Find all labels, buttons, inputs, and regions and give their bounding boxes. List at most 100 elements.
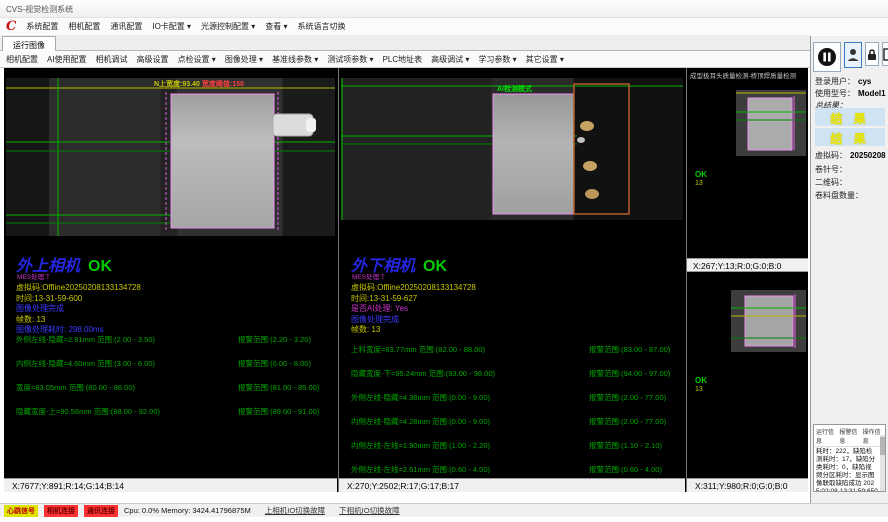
toolbar-item[interactable]: 学习参数 ▾ bbox=[478, 54, 516, 65]
menu-item[interactable]: 光源控制配置 ▾ bbox=[201, 21, 255, 32]
field-model: 使用型号：Model1 bbox=[815, 88, 886, 99]
mes-status: MES处理:T bbox=[17, 271, 50, 281]
measurement-value: 上料宽度=83.77mm 范围:(82.00 - 88.00) bbox=[351, 344, 589, 355]
info-frame-count: 帧数: 13 bbox=[351, 325, 476, 336]
lock-button[interactable] bbox=[865, 42, 879, 66]
measurement-row: 内侧左线-隐藏=4.60mm 范围:(3.00 - 6.00) 报警范围:(0.… bbox=[16, 358, 319, 369]
cpu-memory-text: Cpu: 0.0% Memory: 3424.41796875M bbox=[124, 506, 251, 515]
toolbar-item[interactable]: 点检设置 ▾ bbox=[178, 54, 216, 65]
alarm-range: 报警范围:(94.00 - 97.00) bbox=[589, 368, 670, 379]
bottom-status-bar: 心跳信号 相机连接 通讯连接 Cpu: 0.0% Memory: 3424.41… bbox=[0, 503, 888, 517]
user-button[interactable] bbox=[844, 42, 862, 68]
menu-bar: C 系统配置相机配置通讯配置 IO卡配置 ▾ 光源控制配置 ▾ 查看 ▾ 系统语言切换 bbox=[0, 18, 888, 35]
tab-run-image[interactable]: 运行图像 bbox=[2, 36, 56, 51]
result-box-lower: 结 果 bbox=[815, 128, 885, 146]
camera-connection-badge: 相机连接 bbox=[44, 505, 78, 517]
toolbar-item[interactable]: PLC地址表 bbox=[383, 54, 423, 65]
toolbar-item[interactable]: 图像处理 ▾ bbox=[225, 54, 263, 65]
field-qr-code: 二维码： bbox=[815, 177, 847, 188]
small-view-top-image[interactable] bbox=[736, 90, 806, 156]
views-caption: 成型极耳头质量检测-桥顶焊质量检测 bbox=[690, 70, 796, 80]
measurement-list-lower: 上料宽度=83.77mm 范围:(82.00 - 88.00) 报警范围:(83… bbox=[351, 344, 670, 488]
menu-item[interactable]: 系统配置 bbox=[26, 21, 58, 32]
alarm-range: 报警范围:(0.00 - 8.00) bbox=[238, 358, 311, 369]
small-view-bottom-image[interactable] bbox=[731, 290, 806, 352]
alarm-range: 报警范围:(2.20 - 3.20) bbox=[238, 334, 311, 345]
toolbar-item[interactable]: AI使用配置 bbox=[47, 54, 87, 65]
toolbar-item[interactable]: 相机配置 bbox=[6, 54, 38, 65]
log-tabs: 运行信息报警信息操作信息 bbox=[814, 425, 885, 447]
measurement-row: 外侧左线-左线=2.61mm 范围:(0.60 - 4.00) 报警范围:(0.… bbox=[351, 464, 670, 475]
sidebar-button-row bbox=[813, 42, 888, 72]
alarm-range: 报警范围:(83.00 - 87.00) bbox=[589, 344, 670, 355]
menu-item[interactable]: 系统语言切换 bbox=[298, 21, 346, 32]
field-needle-number: 卷针号： bbox=[815, 164, 847, 175]
app-window: CVS-视觉检测系统 C 系统配置相机配置通讯配置IO卡配置 ▾光源控制配置 ▾… bbox=[0, 0, 888, 522]
app-logo-icon: C bbox=[6, 21, 16, 32]
info-block-lower: 虚拟码:Offline20250208133134728 时间:13-31-59… bbox=[351, 283, 476, 336]
login-user-label: 登录用户： bbox=[815, 77, 855, 86]
image-overlay-text: N上宽度:93.40 宽度阈值:150 bbox=[154, 79, 244, 89]
overlay-width-threshold: 宽度阈值:150 bbox=[202, 81, 244, 88]
toolbar-item[interactable]: 测试项参数 ▾ bbox=[327, 54, 373, 65]
log-panel: 运行信息报警信息操作信息 耗时：222，缺陷检测耗时：17，缺陷分类耗时：0，缺… bbox=[813, 424, 886, 492]
image-overlay-graphics bbox=[341, 78, 683, 220]
menu-item[interactable]: 查看 ▾ bbox=[265, 21, 287, 32]
lower-camera-fault-link[interactable]: 下相机IO切换故障 bbox=[339, 505, 399, 516]
toolbar-item[interactable]: 相机调试 bbox=[96, 54, 128, 65]
alarm-range: 报警范围:(81.00 - 85.00) bbox=[238, 382, 319, 393]
menu-item[interactable]: 通讯配置 bbox=[110, 21, 142, 32]
small-top-ok: OK bbox=[695, 170, 707, 179]
alarm-range: 报警范围:(89.00 - 91.00) bbox=[238, 406, 319, 417]
panel-camera-upper: N上宽度:93.40 宽度阈值:150 外上相机OK MES处理:T 虚拟码:O… bbox=[4, 68, 337, 492]
alarm-range: 报警范围:(1.10 - 2.10) bbox=[589, 440, 662, 451]
info-process-done: 图像处理完成 bbox=[351, 315, 476, 326]
alarm-range: 报警范围:(0.60 - 4.00) bbox=[589, 464, 662, 475]
log-tab[interactable]: 运行信息 bbox=[816, 427, 836, 445]
info-virtual-code: 虚拟码:Offline20250208133134728 bbox=[351, 283, 476, 294]
toolbar-item[interactable]: 基准线参数 ▾ bbox=[272, 54, 318, 65]
toolbar-item[interactable]: 高级调试 ▾ bbox=[431, 54, 469, 65]
tab-strip: 运行图像 bbox=[0, 35, 810, 51]
model-label: 使用型号： bbox=[815, 89, 855, 98]
measurement-value: 内侧左线-左线=1.90mm 范围:(1.00 - 2.20) bbox=[351, 440, 589, 451]
measurement-row: 隐藏宽度-上=90.56mm 范围:(88.00 - 92.00) 报警范围:(… bbox=[16, 406, 319, 417]
ai-mode-overlay: AI检测模式 bbox=[497, 84, 532, 94]
camera-image-lower[interactable]: AI检测模式 bbox=[341, 78, 683, 220]
info-time: 时间:13-31-59-627 bbox=[351, 294, 476, 305]
needle-number-label: 卷针号： bbox=[815, 165, 847, 174]
field-login-user: 登录用户：cys bbox=[815, 76, 871, 87]
measurement-value: 外侧左线-隐藏=2.91mm 范围:(2.00 - 3.50) bbox=[16, 334, 238, 345]
comm-connection-badge: 通讯连接 bbox=[84, 505, 118, 517]
info-time: 时间:13-31-59-600 bbox=[16, 294, 141, 305]
log-text: 耗时：222，缺陷检测耗时：17，缺陷分类耗时：0，缺陷视频分区耗时：显示图像联… bbox=[814, 447, 885, 492]
exit-icon bbox=[883, 48, 888, 61]
scrollbar-thumb[interactable] bbox=[880, 437, 885, 455]
measurement-value: 内侧左线-隐藏=4.28mm 范围:(0.00 - 9.00) bbox=[351, 416, 589, 427]
thumb-overlay-graphics bbox=[731, 290, 806, 352]
window-title: CVS-视觉检测系统 bbox=[6, 5, 73, 14]
exit-button[interactable] bbox=[882, 42, 888, 66]
title-bar: CVS-视觉检测系统 bbox=[0, 0, 888, 18]
toolbar: 相机配置 AI使用配置相机调试高级设置点检设置 ▾ 图像处理 ▾ 基准线参数 ▾ 测试项… bbox=[0, 51, 810, 68]
menu-item[interactable]: IO卡配置 ▾ bbox=[152, 21, 191, 32]
measurement-row: 内侧左线-隐藏=4.28mm 范围:(0.00 - 9.00) 报警范围:(2.… bbox=[351, 416, 670, 427]
info-virtual-code: 虚拟码:Offline20250208133134728 bbox=[16, 283, 141, 294]
camera-image-upper[interactable]: N上宽度:93.40 宽度阈值:150 bbox=[6, 78, 335, 236]
virtual-code-label: 虚拟码： bbox=[815, 151, 847, 160]
model-value: Model1 bbox=[858, 89, 886, 98]
user-icon bbox=[847, 48, 859, 62]
toolbar-item[interactable]: 其它设置 ▾ bbox=[526, 54, 564, 65]
upper-camera-fault-link[interactable]: 上相机IO切换故障 bbox=[265, 505, 325, 516]
pause-button[interactable] bbox=[813, 42, 841, 72]
alarm-range: 报警范围:(2.00 - 77.00) bbox=[589, 416, 666, 427]
measurement-value: 外侧左线-左线=2.61mm 范围:(0.60 - 4.00) bbox=[351, 464, 589, 475]
info-ai-used: 是否AI处理: Yes bbox=[351, 304, 476, 315]
alarm-range: 报警范围:(2.00 - 77.00) bbox=[589, 392, 666, 403]
measurement-row: 宽度=83.05mm 范围:(80.00 - 86.00) 报警范围:(81.0… bbox=[16, 382, 319, 393]
toolbar-item[interactable]: 高级设置 bbox=[137, 54, 169, 65]
log-tab[interactable]: 报警信息 bbox=[839, 427, 859, 445]
log-scrollbar[interactable] bbox=[880, 435, 885, 491]
info-frame-count: 帧数: 13 bbox=[16, 315, 141, 326]
menu-item[interactable]: 相机配置 bbox=[68, 21, 100, 32]
